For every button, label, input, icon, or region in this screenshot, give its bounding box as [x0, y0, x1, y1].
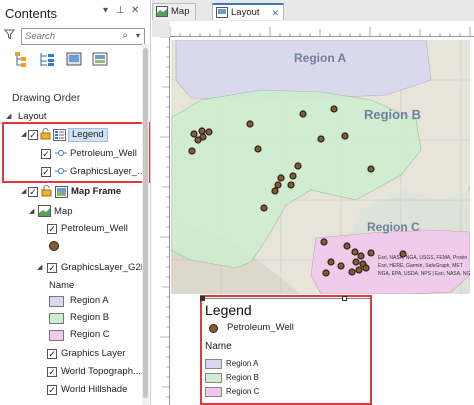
- tree-class-label: Region A: [70, 295, 109, 306]
- collapse-arrow-icon[interactable]: ◢: [21, 185, 26, 199]
- close-icon[interactable]: ✕: [131, 5, 139, 16]
- collapse-arrow-icon[interactable]: ◢: [21, 128, 26, 142]
- list-by-visibility-icon[interactable]: [65, 51, 83, 68]
- tab-label: Map: [171, 6, 190, 17]
- visibility-checkbox[interactable]: ✓: [41, 167, 51, 177]
- scrollbar-thumb[interactable]: [143, 48, 148, 398]
- vertical-ruler[interactable]: [152, 37, 170, 405]
- tree-item-label: Graphics Layer: [61, 348, 126, 359]
- region-c-label: Region C: [367, 220, 420, 234]
- tab-layout[interactable]: Layout ✕: [212, 3, 284, 20]
- resize-handle[interactable]: [342, 296, 347, 301]
- region-a-swatch[interactable]: [49, 296, 64, 307]
- well-symbol-icon[interactable]: [49, 241, 59, 251]
- attribution-line: Esri, HERE, Garmin, SafeGraph, MET: [378, 263, 463, 269]
- tab-label: Layout: [231, 7, 260, 18]
- resize-handle[interactable]: [200, 296, 205, 301]
- search-icon[interactable]: ⌕: [122, 30, 128, 41]
- options-dropdown-icon[interactable]: ▾: [103, 5, 108, 16]
- region-a-label: Region A: [294, 51, 347, 65]
- map-frame-icon: [55, 186, 68, 198]
- tree-item-label: Map Frame: [71, 186, 122, 197]
- tree-item-map-frame[interactable]: ◢ ✓ Map Frame: [0, 185, 140, 199]
- map-icon: [156, 6, 168, 17]
- filter-icon[interactable]: [3, 29, 16, 43]
- legend-highlight: [200, 295, 372, 405]
- list-by-drawing-order-icon[interactable]: [14, 51, 32, 68]
- map-icon: [38, 205, 51, 217]
- visibility-checkbox[interactable]: ✓: [47, 349, 57, 359]
- collapse-arrow-icon[interactable]: ◢: [29, 205, 34, 219]
- lock-icon[interactable]: [41, 185, 52, 197]
- tree-item-label: GraphicsLayer_G2F: [61, 262, 147, 273]
- visibility-checkbox[interactable]: ✓: [47, 367, 57, 377]
- drawing-order-heading: Drawing Order: [12, 92, 81, 104]
- tree-item-graphicslayer[interactable]: ✓ GraphicsLayer_...: [0, 165, 145, 179]
- region-c-swatch[interactable]: [49, 330, 64, 341]
- tree-item-label: Map: [54, 206, 73, 217]
- close-tab-icon[interactable]: ✕: [271, 5, 279, 21]
- tree-item-graphics-layer[interactable]: ✓ Graphics Layer: [0, 347, 140, 361]
- tree-item-label: World Topograph...: [61, 366, 141, 377]
- tree-item-petroleum-well-layer[interactable]: ✓ Petroleum_Well: [0, 222, 140, 236]
- field-name-label: Name: [49, 280, 75, 291]
- visibility-checkbox[interactable]: ✓: [47, 263, 57, 273]
- tree-item-legend[interactable]: ◢ ✓ Legend: [0, 128, 140, 142]
- tree-class-label: Region C: [70, 329, 110, 340]
- layout-view: Map Layout ✕ Region A Region B Region C …: [152, 0, 474, 405]
- attribution-line: Esri, NASA, NGA, USGS, FEMA, Provin: [378, 255, 468, 261]
- legend-patch-icon: [55, 165, 67, 177]
- legend-element-icon: [53, 129, 66, 141]
- tree-item-label: World Hillshade: [61, 384, 128, 395]
- tree-item-label: Petroleum_Well: [61, 223, 128, 234]
- visibility-checkbox[interactable]: ✓: [47, 224, 57, 234]
- tab-map[interactable]: Map: [152, 3, 197, 20]
- tree-item-petroleum-well[interactable]: ✓ Petroleum_Well: [0, 147, 140, 161]
- attribution-line: NGA, EPA, USDA, NPS | Esri, NASA, NG: [378, 271, 470, 277]
- visibility-checkbox[interactable]: ✓: [28, 187, 38, 197]
- region-b-swatch[interactable]: [49, 313, 64, 324]
- contents-title: Contents: [5, 6, 58, 21]
- legend-patch-icon: [55, 147, 67, 159]
- search-box[interactable]: ⌕ ▾: [21, 28, 145, 45]
- tree-item-label: Legend: [68, 128, 108, 142]
- tree-item-world-hillshade[interactable]: ✓ World Hillshade: [0, 383, 140, 397]
- search-dropdown-icon[interactable]: ▾: [136, 31, 140, 40]
- list-by-selection-icon[interactable]: [39, 51, 57, 68]
- visibility-checkbox[interactable]: ✓: [47, 385, 57, 395]
- search-input[interactable]: [22, 29, 122, 44]
- contents-pane: Contents ▾ ⊥ ✕ ⌕ ▾ Drawing Order ◢ Layou…: [0, 0, 151, 405]
- pin-icon[interactable]: ⊥: [116, 5, 125, 16]
- list-by-type-icon[interactable]: [91, 51, 109, 68]
- region-a-polygon[interactable]: [175, 40, 432, 101]
- lock-icon[interactable]: [40, 128, 51, 140]
- legend-visibility-checkbox[interactable]: ✓: [28, 130, 38, 140]
- tree-item-graphicslayer-g2f[interactable]: ◢ ✓ GraphicsLayer_G2F: [0, 261, 147, 275]
- tree-class-label: Region B: [70, 312, 110, 323]
- map-frame[interactable]: Region A Region B Region C Esri, NASA, N…: [171, 40, 470, 294]
- visibility-checkbox[interactable]: ✓: [41, 149, 51, 159]
- collapse-arrow-icon[interactable]: ◢: [37, 261, 42, 275]
- layout-icon: [216, 7, 228, 18]
- region-b-label: Region B: [364, 107, 422, 122]
- horizontal-ruler[interactable]: [170, 21, 474, 37]
- tree-item-label: Petroleum_Well: [70, 148, 137, 159]
- contents-scrollbar[interactable]: [142, 44, 149, 405]
- tree-item-world-topographic[interactable]: ✓ World Topograph...: [0, 365, 141, 379]
- tree-item-map[interactable]: ◢ Map: [0, 205, 140, 219]
- attribution-text: Esri, NASA, NGA, USGS, FEMA, Provin Esri…: [378, 254, 470, 278]
- tree-item-label: GraphicsLayer_...: [70, 166, 145, 177]
